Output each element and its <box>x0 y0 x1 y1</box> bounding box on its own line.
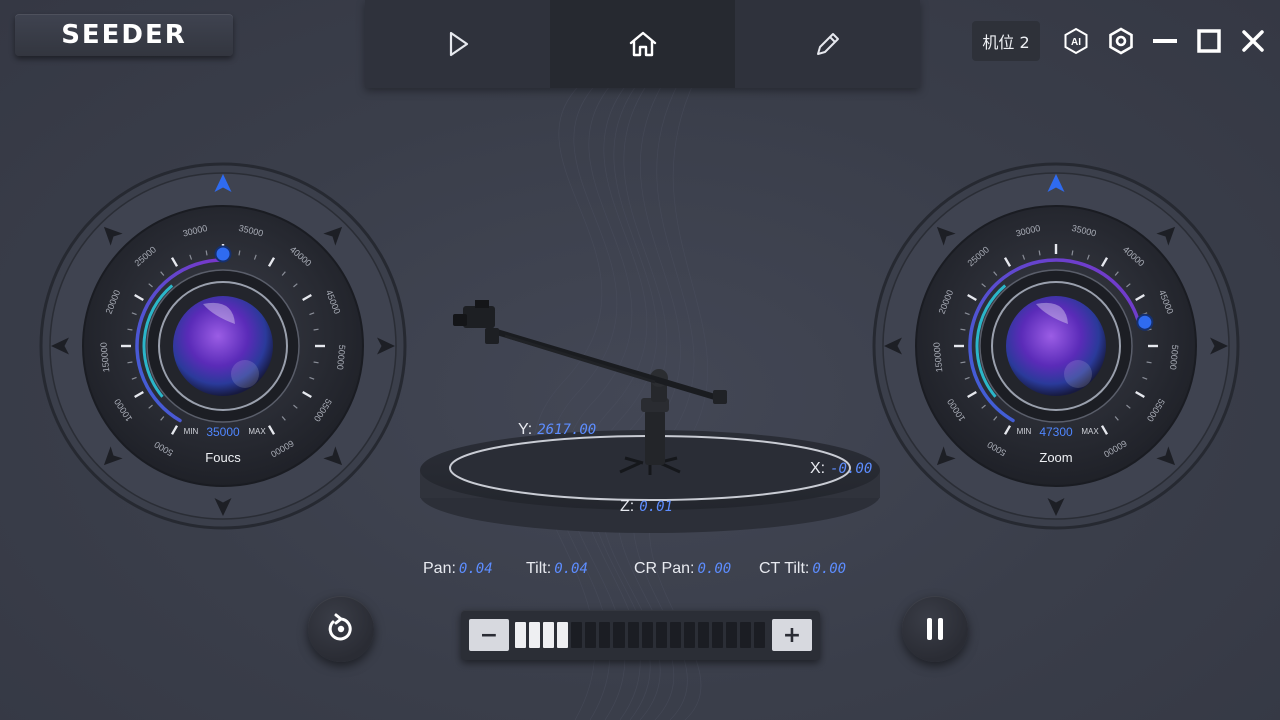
speed-segment <box>740 622 752 648</box>
reset-button[interactable] <box>308 596 374 662</box>
settings-button[interactable] <box>1107 27 1135 55</box>
zoom-level-knob[interactable] <box>1136 313 1154 331</box>
speed-segment <box>599 622 611 648</box>
focus-name-label: Foucs <box>205 450 241 465</box>
focus-tick-mark <box>313 328 319 331</box>
speed-segment <box>515 622 527 648</box>
coord-y-value: 2617.00 <box>537 422 597 438</box>
focus-dial[interactable]: 5000 10000 150000 20000 25000 30000 35000 40000… <box>39 162 407 530</box>
axis-readouts: Pan: 0.04 Tilt: 0.04 CR Pan: 0.00 CT Tilt: 0… <box>423 560 873 582</box>
speed-segment <box>627 622 639 648</box>
cr-pan-readout: CR Pan: 0.00 <box>634 560 731 578</box>
app-window: SEEDER 机位 2 AI 5000 10000 150000 20000 2… <box>0 0 1280 720</box>
coord-x-label: X: <box>810 460 826 477</box>
speed-segment <box>571 622 583 648</box>
focus-tick-mark <box>238 250 241 256</box>
ct-tilt-value: 0.00 <box>812 561 847 577</box>
ct-tilt-label: CT Tilt: <box>759 560 810 577</box>
station-selector[interactable]: 机位 2 <box>972 21 1040 61</box>
reset-icon <box>328 613 352 641</box>
edit-icon <box>816 33 839 55</box>
speed-control: − + <box>461 610 820 660</box>
app-logo: SEEDER <box>15 14 233 56</box>
focus-tick-mark <box>313 361 319 364</box>
coord-x: X: -0.00 <box>810 460 872 478</box>
coord-y-label: Y: <box>518 421 533 438</box>
close-icon <box>1242 30 1264 52</box>
pause-icon <box>927 618 943 640</box>
maximize-button[interactable] <box>1195 27 1223 55</box>
speed-increase-button[interactable]: + <box>772 619 812 651</box>
close-button[interactable] <box>1239 27 1267 55</box>
tilt-readout: Tilt: 0.04 <box>526 560 588 578</box>
zoom-name-label: Zoom <box>1039 450 1072 465</box>
speed-level-track[interactable] <box>515 622 766 648</box>
tilt-label: Tilt: <box>526 560 552 577</box>
focus-max-label: MAX <box>248 427 266 436</box>
pan-readout: Pan: 0.04 <box>423 560 493 578</box>
zoom-value: 47300 <box>1039 425 1073 439</box>
zoom-max-label: MAX <box>1081 427 1099 436</box>
ai-label: AI <box>1071 37 1081 48</box>
speed-segment <box>557 622 569 648</box>
zoom-tick-mark <box>960 361 966 364</box>
tilt-value: 0.04 <box>554 561 588 577</box>
speed-segment <box>641 622 653 648</box>
speed-segment <box>697 622 709 648</box>
focus-tick-mark <box>127 328 133 331</box>
nav-tab-edit[interactable] <box>735 0 920 88</box>
ai-icon: AI <box>1064 27 1088 55</box>
speed-segment <box>543 622 555 648</box>
zoom-tick-mark <box>1071 250 1074 256</box>
top-nav <box>365 0 920 88</box>
speed-segment <box>683 622 695 648</box>
zoom-lens-highlight <box>1064 360 1092 388</box>
zoom-tick-mark <box>1146 361 1152 364</box>
zoom-dial-graphic: 500010000150000200002500030000 3500040000… <box>872 162 1240 530</box>
speed-segment <box>754 622 766 648</box>
ct-tilt-readout: CT Tilt: 0.00 <box>759 560 846 578</box>
speed-segment <box>529 622 541 648</box>
ai-button[interactable]: AI <box>1062 27 1090 55</box>
coord-y: Y: 2617.00 <box>518 421 596 439</box>
coord-z-label: Z: <box>620 498 635 515</box>
speed-segment <box>585 622 597 648</box>
pause-button[interactable] <box>902 596 968 662</box>
zoom-tick-mark <box>960 328 966 331</box>
speed-segment <box>711 622 723 648</box>
speed-segment <box>613 622 625 648</box>
home-icon <box>629 31 656 57</box>
focus-min-label: MIN <box>184 427 199 436</box>
maximize-icon <box>1197 29 1221 53</box>
focus-tick-mark <box>205 250 208 256</box>
speed-segment <box>669 622 681 648</box>
focus-value: 35000 <box>206 425 240 439</box>
focus-tick-mark <box>127 361 133 364</box>
focus-dial-graphic: 500010000150000200002500030000 3500040000… <box>39 162 407 530</box>
speed-decrease-button[interactable]: − <box>469 619 509 651</box>
zoom-tick-mark <box>1038 250 1041 256</box>
nav-tab-home[interactable] <box>550 0 735 88</box>
play-icon <box>449 31 468 57</box>
speed-segment <box>655 622 667 648</box>
focus-level-knob[interactable] <box>214 245 232 263</box>
coord-z-value: 0.01 <box>639 499 673 515</box>
speed-segment <box>725 622 737 648</box>
gear-icon <box>1109 27 1133 55</box>
zoom-dial[interactable]: 5000 10000 150000 20000 25000 30000 35000 40000… <box>872 162 1240 530</box>
cr-pan-label: CR Pan: <box>634 560 695 577</box>
coord-z: Z: 0.01 <box>620 498 673 516</box>
cr-pan-value: 0.00 <box>697 561 732 577</box>
focus-lens-highlight <box>231 360 259 388</box>
pan-label: Pan: <box>423 560 456 577</box>
minimize-button[interactable] <box>1151 27 1179 55</box>
pan-value: 0.04 <box>458 561 493 577</box>
nav-tab-play[interactable] <box>365 0 550 88</box>
zoom-min-label: MIN <box>1017 427 1032 436</box>
coord-x-value: -0.00 <box>830 461 873 477</box>
minimize-icon <box>1153 39 1177 43</box>
